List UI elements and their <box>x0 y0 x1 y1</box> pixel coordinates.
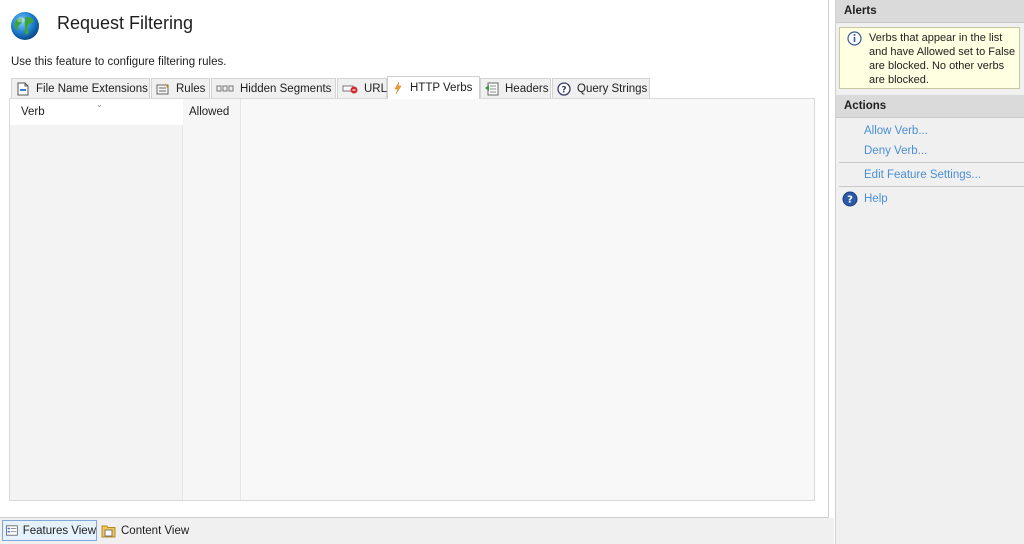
tab-http-verbs[interactable]: HTTP Verbs <box>387 76 480 99</box>
help-link[interactable]: Help <box>864 193 888 205</box>
tab-label: Hidden Segments <box>240 83 332 95</box>
features-view-label: Features View <box>22 524 96 537</box>
query-strings-icon: ? <box>557 82 571 96</box>
url-icon <box>342 85 358 94</box>
column-header-label: Allowed <box>189 106 230 118</box>
actions-pane: Alerts Verbs that appear in the list and… <box>835 0 1024 544</box>
page-description: Use this feature to configure filtering … <box>11 56 227 68</box>
tab-label: URL <box>364 83 388 95</box>
tab-headers[interactable]: Headers <box>480 78 551 99</box>
alerts-heading: Alerts <box>836 0 1024 23</box>
main-pane: Request Filtering Use this feature to co… <box>0 0 829 518</box>
tab-query-strings[interactable]: ? Query Strings <box>552 78 650 99</box>
tab-rules[interactable]: Rules <box>151 78 210 99</box>
content-view-tab[interactable]: Content View <box>98 520 193 541</box>
page-title: Request Filtering <box>57 13 194 33</box>
hidden-segments-icon <box>216 85 234 92</box>
file-extension-icon <box>17 82 29 96</box>
lightning-icon <box>394 81 402 95</box>
content-view-label: Content View <box>121 524 190 537</box>
column-header-verb[interactable]: ⌄ Verb <box>10 99 183 125</box>
actions-separator <box>839 186 1024 187</box>
tab-hidden-segments[interactable]: Hidden Segments <box>211 78 336 99</box>
svg-text:?: ? <box>847 195 853 206</box>
alert-message-box: Verbs that appear in the list and have A… <box>839 27 1020 89</box>
globe-icon <box>9 10 41 42</box>
verb-column: ⌄ Verb <box>10 99 183 500</box>
column-header-label: Verb <box>21 106 45 118</box>
tab-label: Rules <box>176 83 206 95</box>
view-bar: Features View Content View <box>0 518 834 544</box>
rules-icon <box>156 83 169 95</box>
sort-chevron-icon: ⌄ <box>96 100 103 109</box>
column-header-allowed[interactable]: Allowed <box>183 99 240 125</box>
tab-url[interactable]: URL <box>337 78 387 99</box>
features-view-icon <box>6 525 18 536</box>
actions-separator <box>839 162 1024 163</box>
grid-empty-area <box>241 99 814 500</box>
alert-text: Verbs that appear in the list and have A… <box>869 32 1016 86</box>
features-view-tab[interactable]: Features View <box>2 520 97 541</box>
tab-label: HTTP Verbs <box>410 82 473 94</box>
tab-label: Query Strings <box>577 83 648 95</box>
headers-icon <box>485 82 499 96</box>
deny-verb-link[interactable]: Deny Verb... <box>864 145 927 157</box>
allowed-column: Allowed <box>183 99 241 500</box>
tab-file-name-extensions[interactable]: File Name Extensions <box>11 78 150 99</box>
content-view-icon <box>101 525 116 537</box>
help-icon[interactable]: ? <box>842 191 858 210</box>
edit-feature-settings-link[interactable]: Edit Feature Settings... <box>864 169 981 181</box>
tab-label: Headers <box>505 83 549 95</box>
actions-heading: Actions <box>836 95 1024 118</box>
allow-verb-link[interactable]: Allow Verb... <box>864 125 928 137</box>
svg-text:?: ? <box>561 86 566 96</box>
info-icon <box>847 31 862 49</box>
verbs-grid[interactable]: ⌄ Verb Allowed <box>9 98 815 501</box>
tab-label: File Name Extensions <box>36 83 148 95</box>
